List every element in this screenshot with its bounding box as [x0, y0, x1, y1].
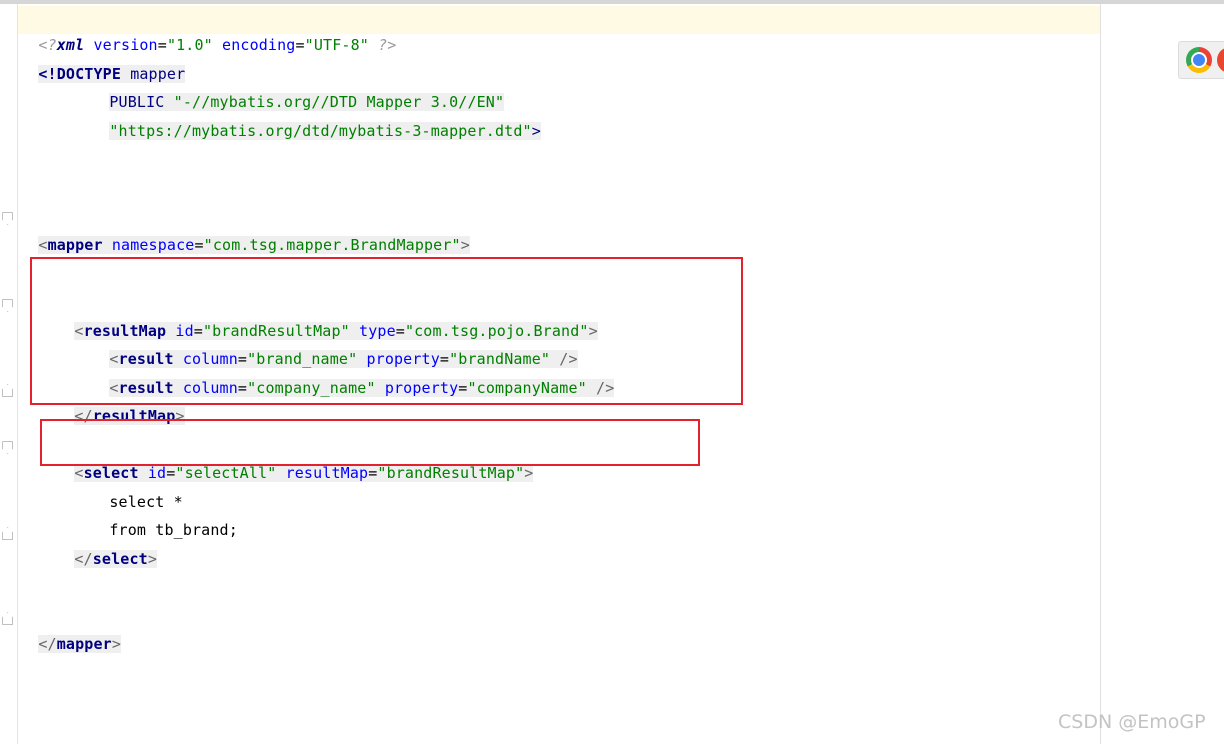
value-column: "company_name"	[247, 379, 376, 397]
watermark: CSDN @EmoGP	[1058, 711, 1206, 733]
code-line-result-company[interactable]: <result column="company_name" property="…	[91, 352, 615, 397]
value-encoding: "UTF-8"	[304, 36, 369, 54]
attr-namespace: namespace	[102, 236, 195, 254]
code-line-sql-select[interactable]: select *	[91, 466, 183, 511]
editor-gutter	[0, 4, 17, 744]
doctype-close: >	[531, 122, 541, 140]
gutter-divider	[17, 4, 18, 744]
equals-sign: =	[295, 36, 305, 54]
tag-bracket: >	[111, 635, 122, 653]
value-namespace: "com.tsg.mapper.BrandMapper"	[203, 236, 461, 254]
tag-bracket: >	[460, 236, 470, 254]
attr-property: property	[375, 379, 459, 397]
equals-sign: =	[194, 236, 204, 254]
editor-top-border	[0, 0, 1224, 4]
tag-bracket: >	[524, 464, 534, 482]
tag-bracket: >	[147, 550, 158, 568]
value-resultmap: "brandResultMap"	[377, 464, 525, 482]
tag-mapper-close: mapper	[56, 635, 112, 653]
value-property: "companyName"	[467, 379, 587, 397]
equals-sign: =	[237, 379, 248, 397]
browser-preview-toolbar	[1178, 41, 1224, 79]
dtd-url-value: "https://mybatis.org/dtd/mybatis-3-mappe…	[109, 122, 532, 140]
code-line-select-close[interactable]: </select>	[56, 523, 158, 568]
code-line-select-open[interactable]: <select id="selectAll" resultMap="brandR…	[56, 437, 534, 482]
tag-bracket: >	[175, 407, 185, 425]
code-line-public-id[interactable]: PUBLIC "-//mybatis.org//DTD Mapper 3.0//…	[91, 66, 505, 111]
pi-close: ?>	[368, 36, 397, 54]
tag-bracket: <	[74, 464, 84, 482]
code-line-mapper-open[interactable]: <mapper namespace="com.tsg.mapper.BrandM…	[20, 209, 470, 254]
tag-mapper: mapper	[47, 236, 103, 254]
value-id: "selectAll"	[175, 464, 277, 482]
tag-bracket: <	[38, 236, 48, 254]
attr-encoding: encoding	[212, 36, 296, 54]
code-line-sql-from[interactable]: from tb_brand;	[91, 494, 238, 539]
attr-resultmap: resultMap	[276, 464, 369, 482]
code-line-resultmap-open[interactable]: <resultMap id="brandResultMap" type="com…	[56, 295, 598, 340]
chrome-icon[interactable]	[1186, 47, 1212, 73]
code-line-resultmap-close[interactable]: </resultMap>	[56, 380, 185, 425]
right-margin-guide	[1100, 4, 1101, 744]
code-line-doctype[interactable]: <!DOCTYPE mapper	[20, 38, 186, 83]
tag-self-close: />	[586, 379, 615, 397]
browser-icon[interactable]	[1217, 47, 1224, 73]
code-line-result-brand[interactable]: <result column="brand_name" property="br…	[91, 323, 578, 368]
code-line-mapper-close[interactable]: </mapper>	[20, 608, 122, 653]
tag-bracket: </	[74, 550, 93, 568]
code-line-xml-declaration[interactable]: <?xml version="1.0" encoding="UTF-8" ?>	[20, 9, 396, 54]
equals-sign: =	[368, 464, 378, 482]
tag-resultmap-close: resultMap	[92, 407, 176, 425]
tag-bracket: >	[588, 322, 598, 340]
tag-bracket: </	[38, 635, 57, 653]
tag-bracket: <	[74, 322, 84, 340]
tag-bracket: </	[74, 407, 93, 425]
tag-select-close: select	[92, 550, 148, 568]
code-line-dtd-url[interactable]: "https://mybatis.org/dtd/mybatis-3-mappe…	[91, 95, 541, 140]
